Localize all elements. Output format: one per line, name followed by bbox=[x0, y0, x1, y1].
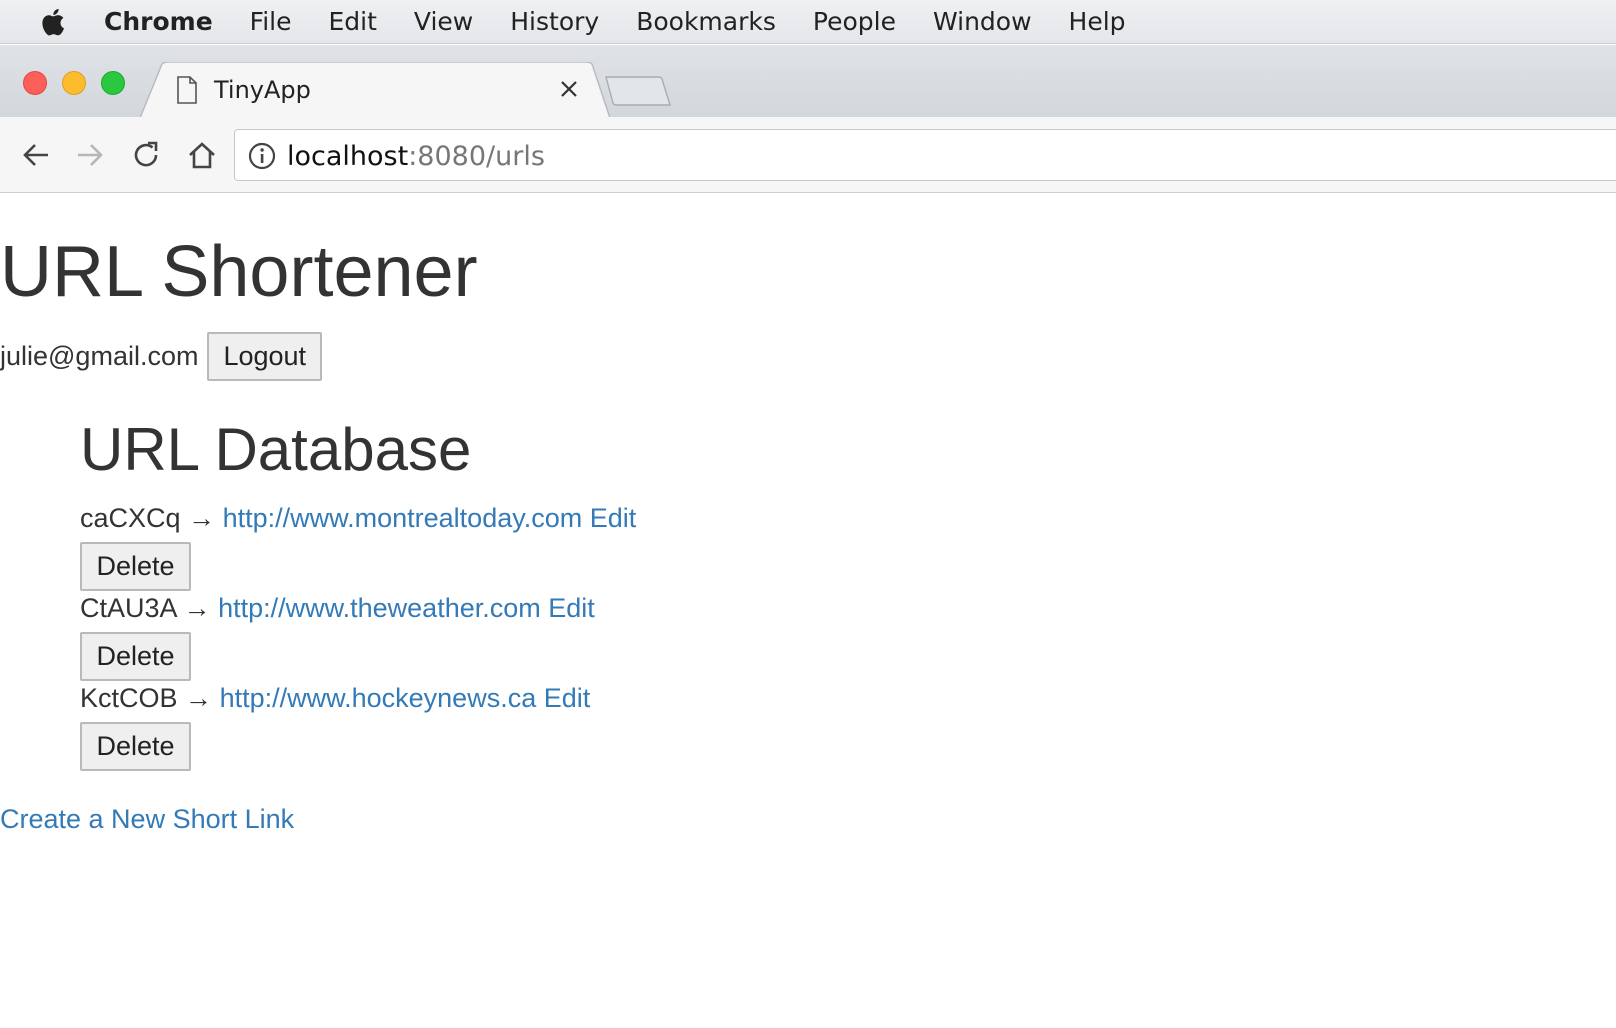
long-url-link[interactable]: http://www.hockeynews.ca bbox=[220, 683, 537, 713]
page-title: URL Shortener bbox=[0, 232, 478, 312]
window-close-button[interactable] bbox=[23, 71, 47, 95]
edit-link[interactable]: Edit bbox=[548, 593, 595, 623]
tab-tinyapp[interactable]: TinyApp bbox=[140, 62, 610, 118]
address-bar[interactable]: localhost:8080/urls bbox=[234, 129, 1616, 181]
short-code: KctCOB bbox=[80, 683, 178, 713]
logout-button[interactable]: Logout bbox=[207, 332, 323, 381]
url-list: caCXCq → http://www.montrealtoday.com Ed… bbox=[80, 502, 636, 772]
user-email: julie@gmail.com bbox=[0, 341, 199, 371]
close-tab-icon[interactable] bbox=[556, 76, 582, 102]
menu-edit[interactable]: Edit bbox=[329, 7, 377, 36]
tab-title: TinyApp bbox=[214, 76, 311, 104]
list-item: KctCOB → http://www.hockeynews.ca Edit D… bbox=[80, 682, 636, 772]
reload-icon[interactable] bbox=[126, 135, 166, 175]
arrow-icon: → bbox=[183, 593, 211, 623]
user-bar: julie@gmail.com Logout bbox=[0, 332, 323, 381]
menu-app-chrome[interactable]: Chrome bbox=[104, 7, 213, 36]
delete-button[interactable]: Delete bbox=[80, 722, 191, 771]
url-text: localhost:8080/urls bbox=[287, 141, 545, 172]
info-icon[interactable] bbox=[247, 141, 277, 171]
menu-history[interactable]: History bbox=[510, 7, 599, 36]
apple-icon[interactable] bbox=[40, 6, 70, 38]
short-code: CtAU3A bbox=[80, 593, 177, 623]
new-tab-button[interactable] bbox=[604, 75, 674, 107]
long-url-link[interactable]: http://www.montrealtoday.com bbox=[223, 503, 583, 533]
db-heading: URL Database bbox=[80, 416, 472, 483]
tab-strip: TinyApp bbox=[0, 45, 1616, 118]
window-maximize-button[interactable] bbox=[101, 71, 125, 95]
menu-window[interactable]: Window bbox=[933, 7, 1032, 36]
menu-bookmarks[interactable]: Bookmarks bbox=[636, 7, 776, 36]
arrow-icon: → bbox=[188, 503, 216, 533]
page-content: URL Shortener julie@gmail.com Logout URL… bbox=[0, 194, 1616, 1028]
menu-file[interactable]: File bbox=[250, 7, 292, 36]
menu-help[interactable]: Help bbox=[1069, 7, 1126, 36]
menu-people[interactable]: People bbox=[813, 7, 896, 36]
url-host: localhost bbox=[287, 141, 409, 172]
menu-view[interactable]: View bbox=[414, 7, 473, 36]
url-path: :8080/urls bbox=[408, 141, 545, 172]
list-item: CtAU3A → http://www.theweather.com Edit … bbox=[80, 592, 636, 682]
delete-button[interactable]: Delete bbox=[80, 632, 191, 681]
home-icon[interactable] bbox=[182, 135, 222, 175]
delete-button[interactable]: Delete bbox=[80, 542, 191, 591]
list-item: caCXCq → http://www.montrealtoday.com Ed… bbox=[80, 502, 636, 592]
long-url-link[interactable]: http://www.theweather.com bbox=[218, 593, 541, 623]
page-icon bbox=[176, 76, 198, 104]
edit-link[interactable]: Edit bbox=[544, 683, 591, 713]
window-minimize-button[interactable] bbox=[62, 71, 86, 95]
mac-menubar: Chrome File Edit View History Bookmarks … bbox=[0, 0, 1616, 44]
browser-toolbar: localhost:8080/urls bbox=[0, 117, 1616, 193]
arrow-icon: → bbox=[185, 683, 213, 713]
forward-icon[interactable] bbox=[70, 135, 110, 175]
back-icon[interactable] bbox=[16, 135, 56, 175]
edit-link[interactable]: Edit bbox=[590, 503, 637, 533]
create-short-link[interactable]: Create a New Short Link bbox=[0, 804, 294, 835]
short-code: caCXCq bbox=[80, 503, 181, 533]
